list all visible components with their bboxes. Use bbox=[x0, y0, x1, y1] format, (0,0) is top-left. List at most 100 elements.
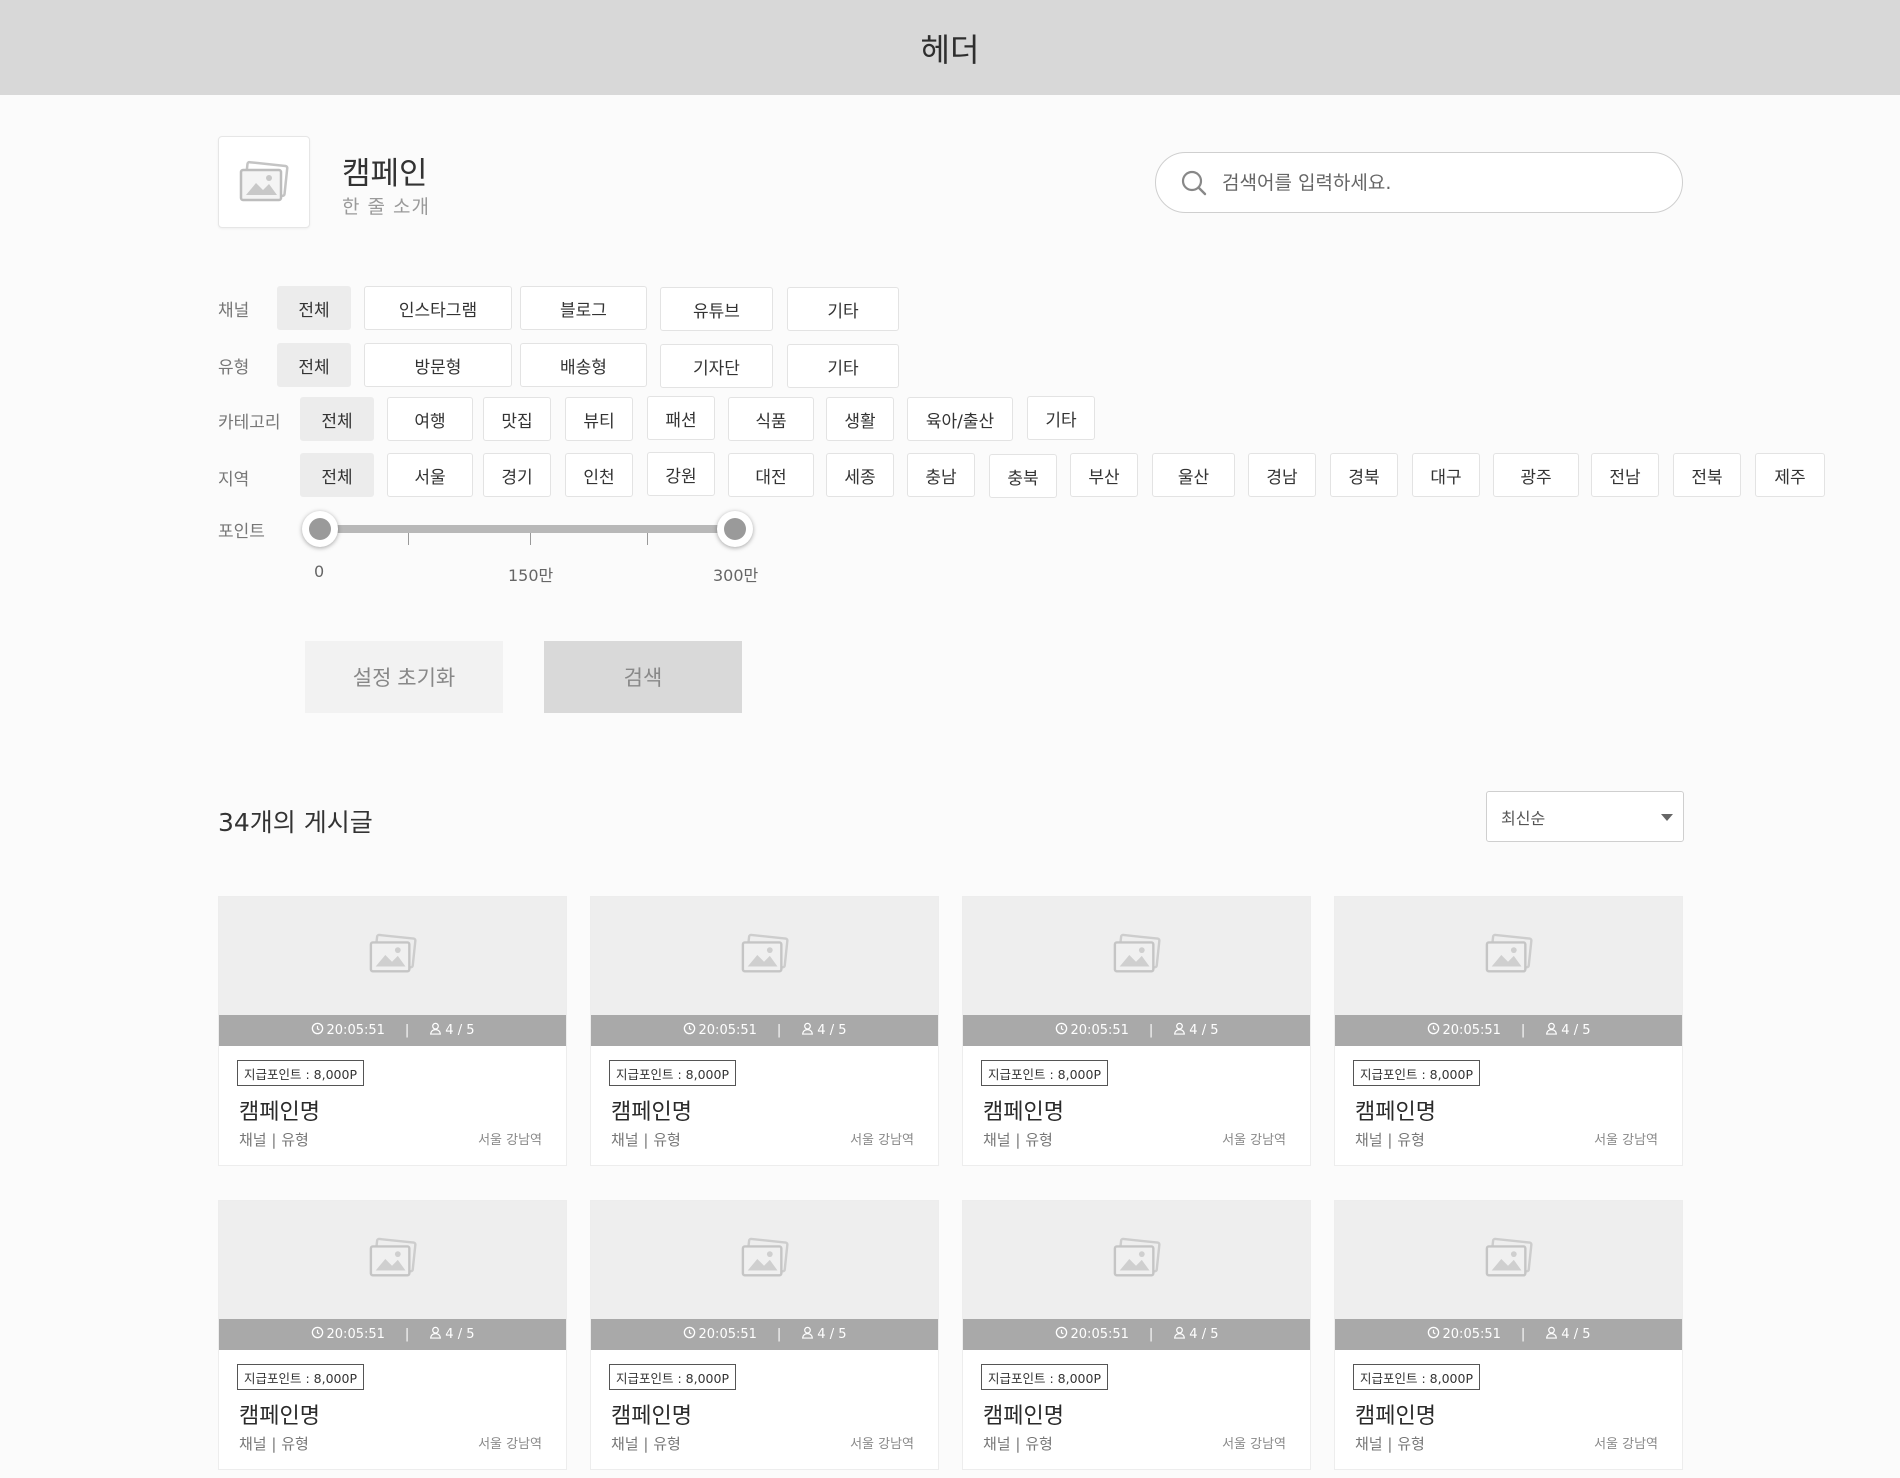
card-title[interactable]: 캠페인명 bbox=[611, 1398, 692, 1430]
card-title[interactable]: 캠페인명 bbox=[1355, 1094, 1436, 1126]
card-time: 20:05:51 bbox=[326, 1327, 385, 1342]
region-chip-busan[interactable]: 부산 bbox=[1070, 453, 1138, 497]
card-title[interactable]: 캠페인명 bbox=[1355, 1398, 1436, 1430]
card-meta: 채널 | 유형 bbox=[983, 1435, 1053, 1453]
channel-chip-instagram[interactable]: 인스타그램 bbox=[364, 286, 512, 330]
region-chip-daegu[interactable]: 대구 bbox=[1412, 453, 1480, 497]
search-button[interactable]: 검색 bbox=[544, 641, 742, 713]
card-title[interactable]: 캠페인명 bbox=[239, 1094, 320, 1126]
region-chip-jeonbuk[interactable]: 전북 bbox=[1673, 453, 1741, 497]
region-chip-seoul[interactable]: 서울 bbox=[387, 453, 473, 497]
region-chip-sejong[interactable]: 세종 bbox=[826, 453, 894, 497]
divider: | bbox=[404, 1023, 410, 1038]
image-placeholder-icon bbox=[1484, 1236, 1534, 1284]
clock-icon bbox=[683, 1022, 696, 1039]
card-title[interactable]: 캠페인명 bbox=[611, 1094, 692, 1126]
region-chip-incheon[interactable]: 인천 bbox=[565, 453, 633, 497]
page-header: 헤더 bbox=[0, 0, 1900, 95]
region-chip-gangwon[interactable]: 강원 bbox=[647, 452, 715, 496]
region-chip-daejeon[interactable]: 대전 bbox=[728, 453, 814, 497]
filter-label-point: 포인트 bbox=[218, 522, 265, 542]
clock-icon bbox=[1055, 1022, 1068, 1039]
channel-chip-all[interactable]: 전체 bbox=[277, 286, 351, 330]
search-icon[interactable] bbox=[1180, 169, 1208, 197]
region-chip-chungbuk[interactable]: 충북 bbox=[989, 454, 1057, 498]
card-status-bar: 20:05:51 | 4 / 5 bbox=[1335, 1319, 1682, 1350]
card-points-badge: 지급포인트 : 8,000P bbox=[237, 1364, 364, 1390]
card-title[interactable]: 캠페인명 bbox=[983, 1094, 1064, 1126]
type-chip-all[interactable]: 전체 bbox=[277, 343, 351, 387]
region-chip-gwangju[interactable]: 광주 bbox=[1493, 453, 1579, 497]
card-title[interactable]: 캠페인명 bbox=[239, 1398, 320, 1430]
image-placeholder-icon bbox=[740, 1236, 790, 1284]
card-people: 4 / 5 bbox=[817, 1023, 847, 1038]
category-chip-living[interactable]: 생활 bbox=[826, 397, 894, 441]
point-tick-label-mid: 150만 bbox=[508, 566, 554, 585]
campaign-card[interactable]: 20:05:51 | 4 / 5 지급포인트 : 8,000P 캠페인명 채널 | 유형 서… bbox=[218, 896, 567, 1166]
channel-chip-youtube[interactable]: 유튜브 bbox=[660, 287, 773, 331]
region-chip-ulsan[interactable]: 울산 bbox=[1152, 453, 1235, 497]
type-chip-delivery[interactable]: 배송형 bbox=[520, 343, 647, 387]
header-title: 헤더 bbox=[920, 30, 980, 69]
card-thumbnail bbox=[1335, 897, 1682, 1015]
region-chip-all[interactable]: 전체 bbox=[300, 453, 374, 497]
clock-icon bbox=[1055, 1326, 1068, 1343]
category-chip-beauty[interactable]: 뷰티 bbox=[565, 397, 633, 441]
region-chip-jeju[interactable]: 제주 bbox=[1755, 453, 1825, 497]
card-title[interactable]: 캠페인명 bbox=[983, 1398, 1064, 1430]
card-people: 4 / 5 bbox=[1561, 1023, 1591, 1038]
type-chip-visit[interactable]: 방문형 bbox=[364, 343, 512, 387]
type-chip-etc[interactable]: 기타 bbox=[787, 344, 899, 388]
card-points-badge: 지급포인트 : 8,000P bbox=[981, 1060, 1108, 1086]
filter-label-category: 카테고리 bbox=[218, 413, 281, 433]
point-slider-tick bbox=[408, 533, 409, 545]
image-placeholder-icon bbox=[368, 1236, 418, 1284]
category-chip-parenting[interactable]: 육아/출산 bbox=[907, 397, 1013, 441]
user-icon bbox=[429, 1326, 442, 1343]
user-icon bbox=[429, 1022, 442, 1039]
category-chip-fashion[interactable]: 패션 bbox=[647, 396, 715, 440]
card-points-badge: 지급포인트 : 8,000P bbox=[981, 1364, 1108, 1390]
region-chip-gyeonggi[interactable]: 경기 bbox=[483, 453, 551, 497]
image-placeholder-icon bbox=[1112, 932, 1162, 980]
divider: | bbox=[404, 1327, 410, 1342]
card-people: 4 / 5 bbox=[1189, 1327, 1219, 1342]
divider: | bbox=[1520, 1327, 1526, 1342]
divider: | bbox=[776, 1023, 782, 1038]
reset-button[interactable]: 설정 초기화 bbox=[305, 641, 503, 713]
user-icon bbox=[1173, 1022, 1186, 1039]
region-chip-gyeongbuk[interactable]: 경북 bbox=[1330, 453, 1398, 497]
point-slider-track[interactable] bbox=[320, 525, 735, 533]
card-location: 서울 강남역 bbox=[1222, 1437, 1286, 1452]
category-chip-all[interactable]: 전체 bbox=[300, 397, 374, 441]
category-chip-grocery[interactable]: 식품 bbox=[728, 397, 814, 441]
results-count-title: 34개의 게시글 bbox=[218, 808, 373, 837]
card-location: 서울 강남역 bbox=[1594, 1133, 1658, 1148]
campaign-card[interactable]: 20:05:51 | 4 / 5 지급포인트 : 8,000P 캠페인명 채널 | 유형 서… bbox=[590, 896, 939, 1166]
card-time: 20:05:51 bbox=[1070, 1023, 1129, 1038]
point-slider-min-handle[interactable] bbox=[302, 511, 338, 547]
campaign-card[interactable]: 20:05:51 | 4 / 5 지급포인트 : 8,000P 캠페인명 채널 | 유형 서… bbox=[962, 1200, 1311, 1470]
campaign-card[interactable]: 20:05:51 | 4 / 5 지급포인트 : 8,000P 캠페인명 채널 | 유형 서… bbox=[962, 896, 1311, 1166]
region-chip-gyeongnam[interactable]: 경남 bbox=[1248, 453, 1316, 497]
clock-icon bbox=[1427, 1022, 1440, 1039]
region-chip-chungnam[interactable]: 충남 bbox=[907, 453, 975, 497]
card-time: 20:05:51 bbox=[698, 1023, 757, 1038]
campaign-card[interactable]: 20:05:51 | 4 / 5 지급포인트 : 8,000P 캠페인명 채널 | 유형 서… bbox=[590, 1200, 939, 1470]
campaign-card[interactable]: 20:05:51 | 4 / 5 지급포인트 : 8,000P 캠페인명 채널 | 유형 서… bbox=[1334, 1200, 1683, 1470]
clock-icon bbox=[311, 1326, 324, 1343]
category-chip-travel[interactable]: 여행 bbox=[387, 397, 473, 441]
campaign-card[interactable]: 20:05:51 | 4 / 5 지급포인트 : 8,000P 캠페인명 채널 | 유형 서… bbox=[218, 1200, 567, 1470]
campaign-card[interactable]: 20:05:51 | 4 / 5 지급포인트 : 8,000P 캠페인명 채널 | 유형 서… bbox=[1334, 896, 1683, 1166]
search-input[interactable] bbox=[1222, 171, 1662, 194]
type-chip-reporter[interactable]: 기자단 bbox=[660, 344, 773, 388]
category-chip-etc[interactable]: 기타 bbox=[1027, 396, 1095, 440]
sort-select[interactable]: 최신순 bbox=[1486, 791, 1684, 842]
channel-chip-etc[interactable]: 기타 bbox=[787, 287, 899, 331]
card-time: 20:05:51 bbox=[698, 1327, 757, 1342]
region-chip-jeonnam[interactable]: 전남 bbox=[1591, 453, 1659, 497]
category-chip-food[interactable]: 맛집 bbox=[483, 397, 551, 441]
card-meta: 채널 | 유형 bbox=[1355, 1131, 1425, 1149]
channel-chip-blog[interactable]: 블로그 bbox=[520, 286, 647, 330]
point-slider-max-handle[interactable] bbox=[717, 511, 753, 547]
